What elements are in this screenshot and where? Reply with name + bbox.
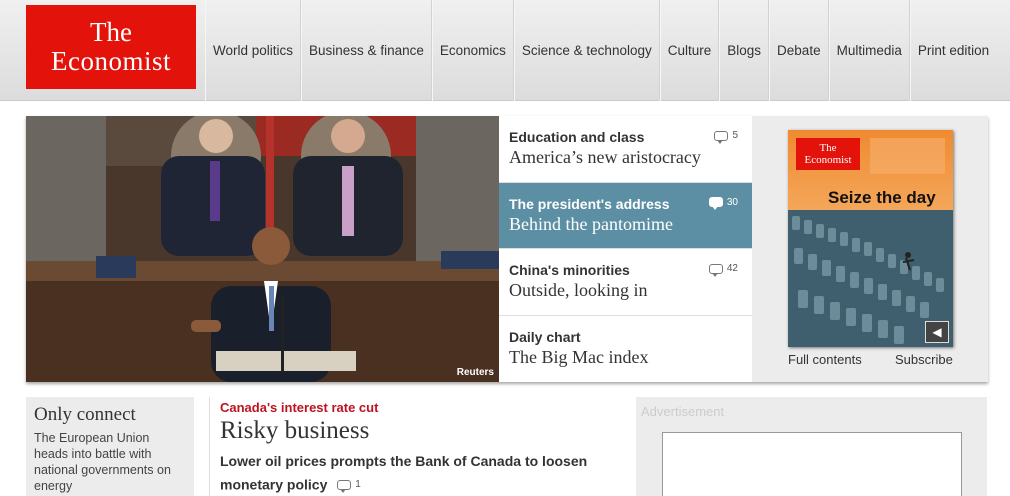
logo-line-2: Economist (51, 46, 171, 76)
advertisement-slot: Advertisement (636, 397, 987, 496)
cover-logo-line-2: Economist (804, 154, 852, 166)
feature-article[interactable]: Canada's interest rate cut Risky busines… (209, 397, 619, 496)
nav-economics[interactable]: Economics (431, 0, 514, 101)
cover-logo-line-1: The (819, 142, 837, 154)
story-kicker: Daily chart (509, 328, 581, 345)
comment-count[interactable]: 5 (714, 130, 738, 144)
photo-credit: Reuters (456, 367, 494, 378)
nav-print-edition[interactable]: Print edition (909, 0, 996, 101)
advertisement-frame[interactable] (662, 432, 962, 496)
nav-culture[interactable]: Culture (659, 0, 720, 101)
full-contents-link[interactable]: Full contents (788, 352, 862, 367)
comment-number: 5 (732, 130, 738, 141)
feature-headline: Risky business (220, 417, 370, 444)
comment-number: 30 (726, 196, 738, 208)
comment-bubble-icon (708, 197, 723, 210)
story-item[interactable]: China's minorities Outside, looking in 4… (499, 249, 752, 316)
story-list: Education and class America’s new aristo… (499, 116, 752, 382)
story-headline: America’s new aristocracy (509, 147, 701, 167)
site-header: The Economist World politics Business & … (0, 0, 1010, 101)
feature-summary: Lower oil prices prompts the Bank of Can… (220, 450, 609, 496)
share-button[interactable]: ◀ (925, 321, 949, 343)
magazine-cover[interactable]: The Economist Seize the day ◀ (788, 130, 953, 347)
subscribe-link[interactable]: Subscribe (895, 352, 953, 367)
nav-debate[interactable]: Debate (769, 0, 829, 101)
story-item-active[interactable]: The president's address Behind the panto… (499, 182, 752, 249)
hero-photo[interactable]: Reuters (26, 116, 499, 382)
story-headline: The Big Mac index (509, 346, 649, 367)
story-headline: Outside, looking in (509, 280, 648, 300)
nav-science-technology[interactable]: Science & technology (513, 0, 660, 101)
hero-illustration (26, 116, 499, 382)
advertisement-label: Advertisement (641, 404, 725, 419)
comment-bubble-icon (714, 130, 729, 144)
comment-count[interactable]: 42 (708, 263, 738, 277)
economist-logo[interactable]: The Economist (26, 5, 196, 89)
nav-multimedia[interactable]: Multimedia (828, 0, 910, 101)
only-connect-desc: The European Union heads into battle wit… (34, 431, 171, 493)
only-connect-box[interactable]: Only connect The European Union heads in… (26, 397, 194, 496)
comment-count[interactable]: 1 (337, 473, 361, 496)
share-icon: ◀ (932, 325, 942, 339)
logo-line-1: The (90, 17, 132, 47)
comment-bubble-icon (337, 479, 352, 493)
print-edition-promo: The Economist Seize the day ◀ Full conte… (752, 116, 988, 382)
comment-number: 1 (355, 479, 361, 490)
nav-business-finance[interactable]: Business & finance (301, 0, 432, 101)
nav-blogs[interactable]: Blogs (719, 0, 770, 101)
comment-number: 42 (726, 263, 738, 274)
nav-world-politics[interactable]: World politics (205, 0, 302, 101)
main-nav: World politics Business & finance Econom… (205, 0, 996, 101)
feature-kicker: Canada's interest rate cut (220, 400, 379, 415)
feature-summary-text: Lower oil prices prompts the Bank of Can… (220, 453, 588, 493)
cover-logo: The Economist (796, 138, 860, 170)
story-item[interactable]: Daily chart The Big Mac index (499, 316, 752, 383)
comment-count[interactable]: 30 (708, 196, 738, 210)
cover-title: Seize the day (828, 188, 936, 207)
only-connect-title: Only connect (34, 404, 136, 425)
story-headline: Behind the pantomime (509, 213, 673, 234)
top-stories-panel: Reuters Education and class America’s ne… (26, 116, 988, 382)
comment-bubble-icon (708, 263, 723, 277)
story-item[interactable]: Education and class America’s new aristo… (499, 116, 752, 183)
